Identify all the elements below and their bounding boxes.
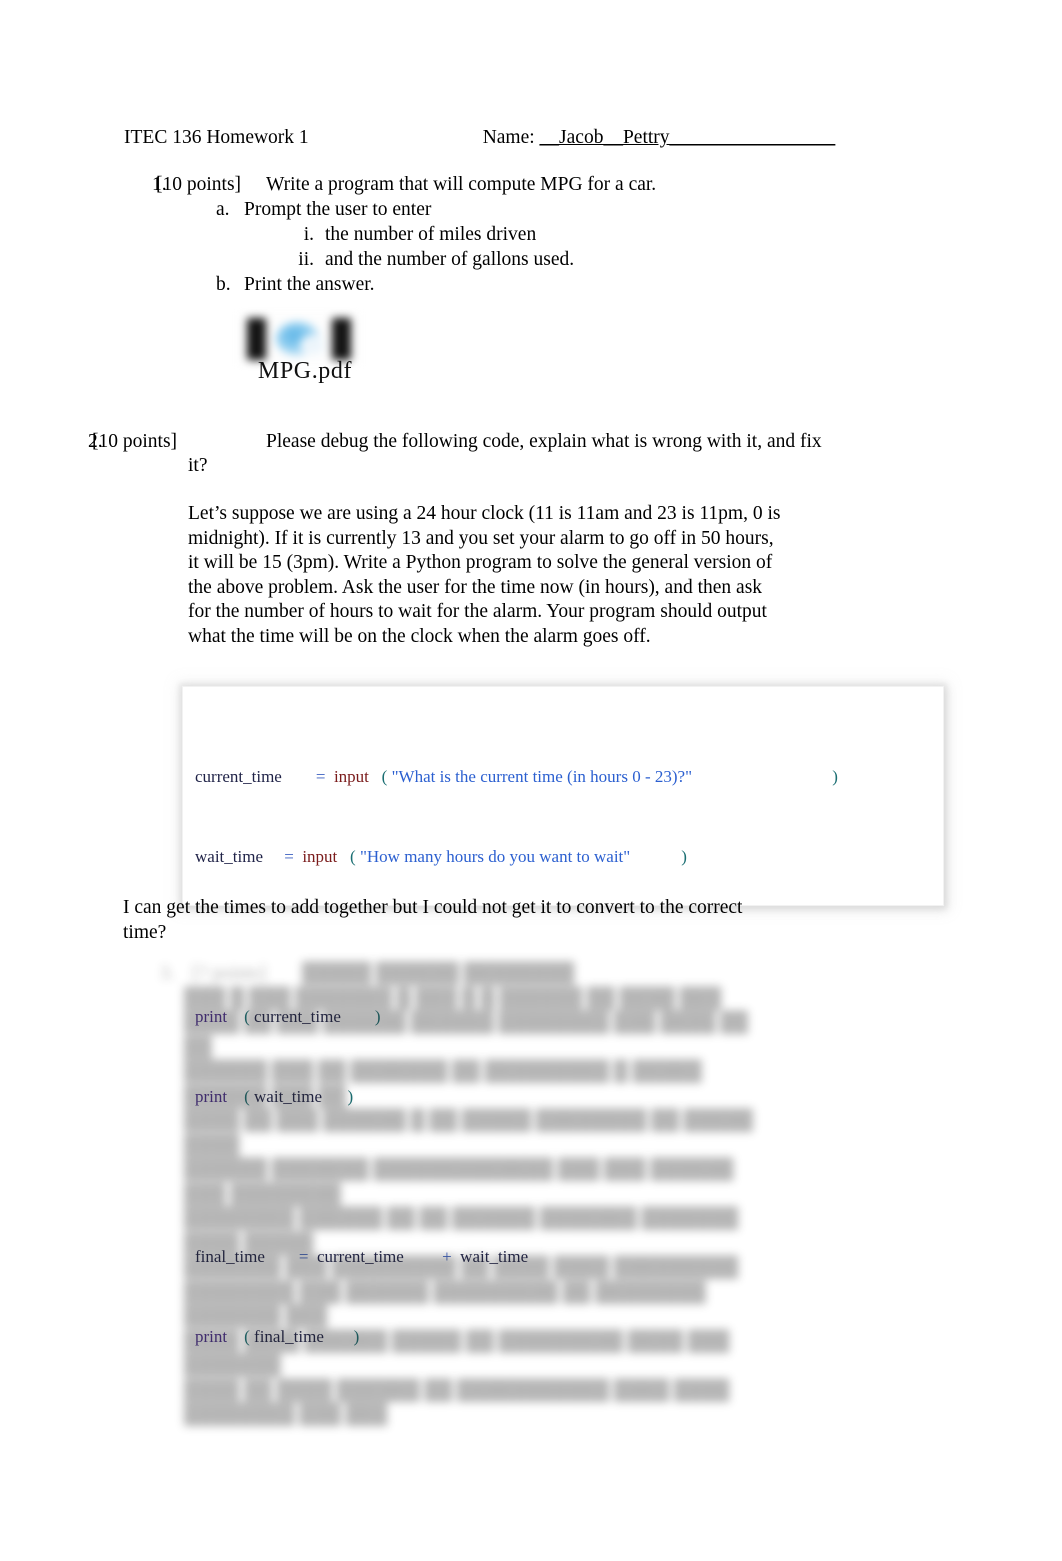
sub-i-text: the number of miles driven xyxy=(325,224,537,245)
redacted-prompt: █████ ██████ ████████ xyxy=(302,963,575,984)
code-string-prompt-current-time: "What is the current time (in hours 0 - … xyxy=(391,767,693,786)
name-value: __Jacob__Pettry xyxy=(539,127,670,148)
question-2-heading: 2.[10 points] Please debug the following … xyxy=(88,430,824,478)
code-operator-equals: = xyxy=(284,847,294,866)
code-line-1: current_time = input ( "What is the curr… xyxy=(195,767,935,787)
icon-left-bar xyxy=(247,318,266,360)
sub-ii-marker: ii. xyxy=(298,249,314,270)
code-pad xyxy=(282,767,316,786)
question-1-sub-i: i. the number of miles driven xyxy=(124,222,924,247)
sub-a-marker: a. xyxy=(216,199,230,220)
redacted-line-3: ██████ ███ ██ ███████ ██ █████████ █ ███… xyxy=(184,1061,702,1107)
redacted-line-7: ███████ ███ █████████ ██ ████ ████ █████… xyxy=(184,1257,739,1278)
question-1-prompt: Write a program that will compute MPG fo… xyxy=(266,174,657,195)
course-title: ITEC 136 Homework 1 xyxy=(124,127,309,148)
icon-blue-highlight xyxy=(300,335,326,355)
redacted-line-5: ██████ ███████ █████████████ ███ ███ ███… xyxy=(184,1159,734,1205)
question-1-sub-a: a. Prompt the user to enter xyxy=(124,197,924,222)
question-2-body-text: Let’s suppose we are using a 24 hour clo… xyxy=(188,503,781,647)
sub-b-text: Print the answer. xyxy=(244,274,375,295)
document-page: ITEC 136 Homework 1 Name: __Jacob__Pettry… xyxy=(0,0,1062,1561)
code-close-paren: ) xyxy=(832,767,838,786)
attachment-filename-label: MPG.pdf xyxy=(257,358,353,384)
question-1-points: [10 points] xyxy=(156,174,242,195)
question-1: 1.[10 points] Write a program that will c… xyxy=(124,172,924,297)
redacted-line-6: ████████ ██████ ██ ██ ██████ ███████ ███… xyxy=(184,1208,739,1254)
redacted-heading: 3. [? points] █████ ██████ ████████ xyxy=(152,962,772,987)
code-fn-input: input xyxy=(333,767,369,786)
code-line-2: wait_time = input ( "How many hours do y… xyxy=(195,847,935,867)
code-open-paren: ( xyxy=(381,767,388,786)
redacted-line-10: ████ ██ ████ ██████ ██ ███████████ ████ … xyxy=(184,1379,730,1426)
question-2: 2.[10 points] Please debug the following … xyxy=(88,430,924,647)
question-2-heading-line: 2.[10 points] Please debug the following … xyxy=(88,430,824,478)
icon-right-bar xyxy=(332,318,351,360)
redacted-number: 3. xyxy=(160,963,175,984)
code-close-paren: ) xyxy=(681,847,687,866)
sub-b-marker: b. xyxy=(216,274,231,295)
code-string-prompt-wait-time: "How many hours do you want to wait" xyxy=(359,847,631,866)
redacted-line-2: ████ ██ ███ ██████ ██████ ████████ ███ █… xyxy=(184,1012,748,1058)
redacted-line-9: ████ ████ ██████ █████ ██ █████████ ████… xyxy=(184,1330,730,1377)
code-var-wait-time: wait_time xyxy=(195,847,263,866)
code-pad xyxy=(630,847,681,866)
code-open-paren: ( xyxy=(350,847,356,866)
sub-a-text: Prompt the user to enter xyxy=(244,199,432,220)
question-2-prompt: Please debug the following code, explain… xyxy=(188,431,822,476)
redacted-line-4: ████ ██ ███ ██████ █ ██ █████ ████████ █… xyxy=(184,1110,753,1156)
question-1-sub-ii: ii. and the number of gallons used. xyxy=(124,247,924,272)
code-fn-input: input xyxy=(302,847,338,866)
name-blank-underline: _________________ xyxy=(669,127,836,148)
code-pad xyxy=(692,767,832,786)
question-1-number: 1. xyxy=(152,174,167,195)
document-header: ITEC 136 Homework 1 Name: __Jacob__Pettry… xyxy=(124,125,924,151)
student-answer-note: I can get the times to add together but … xyxy=(123,897,743,943)
code-var-current-time: current_time xyxy=(195,767,282,786)
redacted-points: [? points] xyxy=(192,963,267,984)
name-label: Name: xyxy=(482,127,535,148)
question-2-points: [10 points] xyxy=(92,431,178,452)
sub-ii-text: and the number of gallons used. xyxy=(325,249,575,270)
redacted-question-3-block: 3. [? points] █████ ██████ ████████ ███ █ … xyxy=(152,962,772,1425)
sub-i-marker: i. xyxy=(303,224,314,245)
question-1-heading: 1.[10 points] Write a program that will c… xyxy=(124,172,924,197)
student-name-field: Name: __Jacob__Pettry_________________ xyxy=(483,125,836,151)
question-1-sub-b: b. Print the answer. xyxy=(124,272,924,297)
embedded-attachment-mpg-pdf[interactable]: MPG.pdf xyxy=(225,308,385,390)
code-operator-equals: = xyxy=(315,767,326,786)
code-block-container[interactable]: current_time = input ( "What is the curr… xyxy=(182,686,944,1346)
code-pad xyxy=(263,847,284,866)
redacted-line-1: ███ █ ███ ███████ █ ███ █ █ ██████ ██ ██… xyxy=(184,987,722,1009)
redacted-line-8: ████████ ███ ██████ █████████ ██ ███████… xyxy=(184,1281,706,1328)
